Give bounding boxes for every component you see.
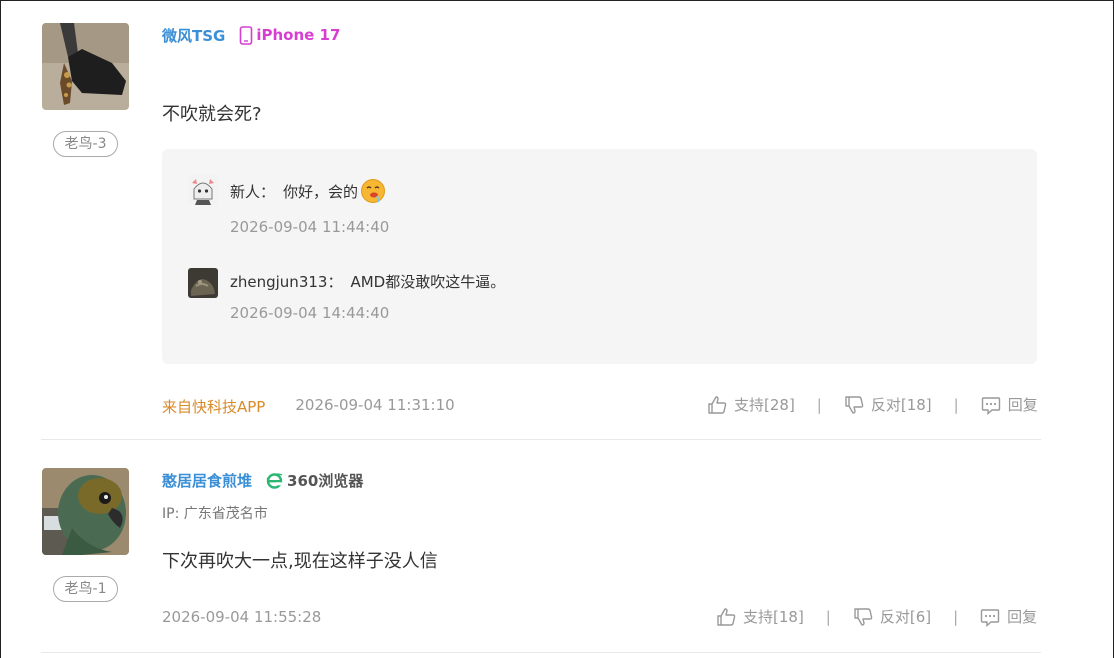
action-separator: | bbox=[953, 607, 959, 626]
username[interactable]: 憨居居食煎堆 bbox=[162, 470, 252, 491]
reply-avatar[interactable] bbox=[188, 268, 218, 298]
oppose-button[interactable]: 反对[6] bbox=[853, 606, 931, 627]
oppose-count: 反对[18] bbox=[870, 396, 932, 414]
reply-label: 回复 bbox=[1007, 608, 1038, 626]
reply-avatar[interactable] bbox=[188, 175, 218, 205]
drooling-face-emoji bbox=[361, 179, 386, 203]
oppose-button[interactable]: 反对[18] bbox=[844, 394, 932, 415]
comment-text: 不吹就会死? bbox=[162, 104, 262, 125]
support-count: 支持[18] bbox=[743, 608, 804, 626]
browser-badge: 360浏览器 bbox=[266, 470, 363, 491]
ie-browser-icon bbox=[266, 472, 283, 489]
reply-list: 新人： 你好，会的 2026-09-04 11:44:40 zhengjun31… bbox=[162, 149, 1037, 364]
reply-content: 新人： 你好，会的 bbox=[230, 178, 386, 204]
phone-icon bbox=[240, 25, 253, 45]
avatar[interactable] bbox=[42, 23, 129, 110]
reply-content: zhengjun313： AMD都没敢吹这牛逼。 bbox=[230, 271, 505, 292]
user-level-badge: 老鸟-1 bbox=[53, 576, 118, 602]
comment-item: 老鸟-3 微风TSG iPhone 17 不吹就会死? 新人： 你好，会的 20… bbox=[41, 22, 1041, 440]
action-separator: | bbox=[953, 395, 959, 414]
reply-time: 2026-09-04 11:44:40 bbox=[230, 218, 390, 236]
avatar[interactable] bbox=[42, 468, 129, 555]
comment-time: 2026-09-04 11:31:10 bbox=[295, 396, 455, 414]
reply-username[interactable]: 新人： bbox=[230, 181, 275, 202]
reply-username[interactable]: zhengjun313： bbox=[230, 271, 342, 292]
device-badge: iPhone 17 bbox=[239, 25, 341, 45]
comment-text: 下次再吹大一点,现在这样子没人信 bbox=[162, 551, 438, 572]
user-level-badge: 老鸟-3 bbox=[53, 131, 118, 157]
reply-button[interactable]: 回复 bbox=[981, 394, 1038, 415]
browser-name: 360浏览器 bbox=[287, 471, 364, 490]
support-button[interactable]: 支持[18] bbox=[716, 606, 804, 627]
action-separator: | bbox=[816, 395, 822, 414]
thumbs-up-icon bbox=[717, 607, 736, 626]
comment-meta: 来自快科技APP 2026-09-04 11:31:10 bbox=[162, 396, 455, 417]
comment-item: 老鸟-1 憨居居食煎堆 360浏览器 IP: 广东省茂名市 下次再吹大一点,现在… bbox=[41, 467, 1041, 653]
comment-actions: 支持[18] | 反对[6] | 回复 bbox=[716, 606, 1037, 627]
device-name: iPhone 17 bbox=[256, 26, 341, 44]
action-separator: | bbox=[825, 607, 831, 626]
reply-button[interactable]: 回复 bbox=[980, 606, 1037, 627]
ip-location: IP: 广东省茂名市 bbox=[162, 506, 268, 522]
oppose-count: 反对[6] bbox=[879, 608, 932, 626]
reply-text: AMD都没敢吹这牛逼。 bbox=[350, 273, 506, 291]
username[interactable]: 微风TSG bbox=[162, 25, 225, 46]
comment-icon bbox=[981, 396, 1000, 415]
comment-time: 2026-09-04 11:55:28 bbox=[162, 608, 322, 626]
thumbs-down-icon bbox=[845, 395, 864, 414]
comment-meta: 2026-09-04 11:55:28 bbox=[162, 608, 321, 626]
comment-header: 憨居居食煎堆 360浏览器 bbox=[162, 470, 363, 490]
comment-header: 微风TSG iPhone 17 bbox=[162, 25, 340, 45]
reply-text: 你好，会的 bbox=[283, 182, 359, 201]
reply-label: 回复 bbox=[1007, 396, 1038, 414]
thumbs-up-icon bbox=[708, 395, 727, 414]
support-button[interactable]: 支持[28] bbox=[707, 394, 795, 415]
comment-source: 来自快科技APP bbox=[162, 398, 266, 416]
comment-icon bbox=[980, 608, 1000, 627]
comment-actions: 支持[28] | 反对[18] | 回复 bbox=[707, 394, 1038, 415]
reply-time: 2026-09-04 14:44:40 bbox=[230, 304, 390, 322]
thumbs-down-icon bbox=[854, 607, 873, 626]
support-count: 支持[28] bbox=[734, 396, 795, 414]
